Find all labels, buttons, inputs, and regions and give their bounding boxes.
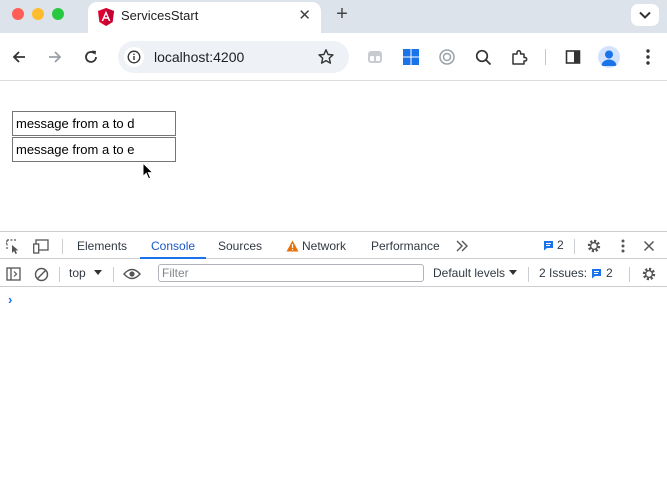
window-close-button[interactable]	[12, 8, 24, 20]
message-icon	[592, 268, 602, 278]
page-content: message from a to d message from a to e	[0, 82, 667, 230]
toolbar-divider	[545, 49, 546, 65]
profile-icon	[601, 50, 617, 66]
devtools-tab-bar: Elements Console Sources Network Perform…	[0, 232, 667, 259]
log-levels-label: Default levels	[433, 266, 506, 280]
filter-input[interactable]: Filter	[158, 264, 424, 282]
windows-icon	[403, 49, 419, 65]
tab-search-button[interactable]	[631, 4, 659, 26]
clear-console-icon[interactable]	[33, 266, 49, 282]
mouse-cursor-icon	[142, 162, 154, 180]
warning-icon	[286, 240, 299, 252]
address-bar[interactable]: localhost:4200	[118, 41, 349, 73]
tab-groups-icon	[368, 51, 382, 63]
close-devtools-icon[interactable]	[641, 238, 657, 254]
extension-3-button[interactable]	[437, 47, 457, 67]
chevron-down-icon	[639, 11, 651, 19]
tab-title: ServicesStart	[121, 8, 199, 23]
extensions-button[interactable]	[509, 47, 529, 67]
tab-sources[interactable]: Sources	[218, 239, 262, 253]
messages-badge[interactable]: 2	[543, 238, 564, 252]
reload-icon	[85, 50, 97, 63]
log-levels-dropdown[interactable]: Default levels	[433, 266, 518, 280]
more-vertical-icon	[646, 49, 650, 65]
avatar[interactable]	[598, 46, 620, 68]
side-panel-button[interactable]	[563, 47, 583, 67]
tab-console[interactable]: Console	[151, 239, 195, 253]
issues-label: 2 Issues:	[539, 266, 588, 280]
context-selector[interactable]: top	[69, 266, 102, 280]
puzzle-icon	[511, 49, 527, 65]
close-icon[interactable]: ✕	[298, 7, 311, 25]
tab-strip: ServicesStart ✕ +	[0, 0, 667, 33]
window-minimize-button[interactable]	[32, 8, 44, 20]
more-tabs-icon[interactable]	[454, 238, 470, 254]
console-toolbar: top Filter Default levels 2 Issues: 2	[0, 260, 667, 287]
caret-down-icon	[93, 270, 102, 275]
inspect-element-icon[interactable]	[5, 238, 21, 254]
tab-network[interactable]: Network	[302, 239, 346, 253]
back-button[interactable]	[9, 47, 29, 67]
console-settings-icon[interactable]	[641, 266, 657, 282]
more-vertical-icon[interactable]	[615, 238, 631, 254]
forward-button[interactable]	[45, 47, 65, 67]
target-icon	[439, 49, 455, 65]
url-text: localhost:4200	[154, 49, 245, 65]
plus-icon[interactable]: +	[332, 3, 352, 26]
window-maximize-button[interactable]	[52, 8, 64, 20]
tab-divider	[62, 239, 63, 254]
messages-count: 2	[557, 238, 564, 252]
browser-tab[interactable]: ServicesStart ✕	[88, 2, 321, 33]
tab-performance[interactable]: Performance	[371, 239, 440, 253]
star-icon[interactable]	[317, 48, 335, 66]
browser-menu-button[interactable]	[638, 47, 658, 67]
message-icon	[544, 240, 553, 250]
tab-divider	[574, 239, 575, 254]
toolbar-divider	[629, 267, 630, 282]
search-icon	[475, 49, 491, 65]
toolbar-divider	[59, 267, 60, 282]
console-prompt[interactable]: ›	[8, 292, 12, 307]
toolbar-divider	[528, 267, 529, 282]
extension-2-button[interactable]	[401, 47, 421, 67]
devtools-panel: Elements Console Sources Network Perform…	[0, 231, 667, 490]
tab-elements[interactable]: Elements	[77, 239, 127, 253]
search-button[interactable]	[473, 47, 493, 67]
site-info-icon[interactable]	[124, 47, 144, 67]
settings-icon[interactable]	[586, 238, 602, 254]
sidebar-toggle-icon[interactable]	[5, 266, 21, 282]
caret-down-icon	[509, 270, 518, 275]
eye-icon[interactable]	[122, 266, 142, 282]
arrow-right-icon	[49, 51, 62, 63]
arrow-left-icon	[12, 51, 25, 63]
context-label: top	[69, 266, 86, 280]
active-tab-indicator	[140, 257, 206, 259]
reload-button[interactable]	[81, 47, 101, 67]
message-input-e[interactable]: message from a to e	[12, 137, 176, 162]
message-input-d[interactable]: message from a to d	[12, 111, 176, 136]
angular-icon	[98, 8, 114, 26]
issues-count: 2	[606, 266, 613, 280]
device-toolbar-icon[interactable]	[33, 238, 49, 254]
extension-1-button[interactable]	[365, 47, 385, 67]
toolbar-divider	[113, 267, 114, 282]
issues-button[interactable]: 2 Issues: 2	[539, 266, 613, 280]
side-panel-icon	[565, 50, 581, 64]
browser-toolbar: localhost:4200	[0, 33, 667, 81]
